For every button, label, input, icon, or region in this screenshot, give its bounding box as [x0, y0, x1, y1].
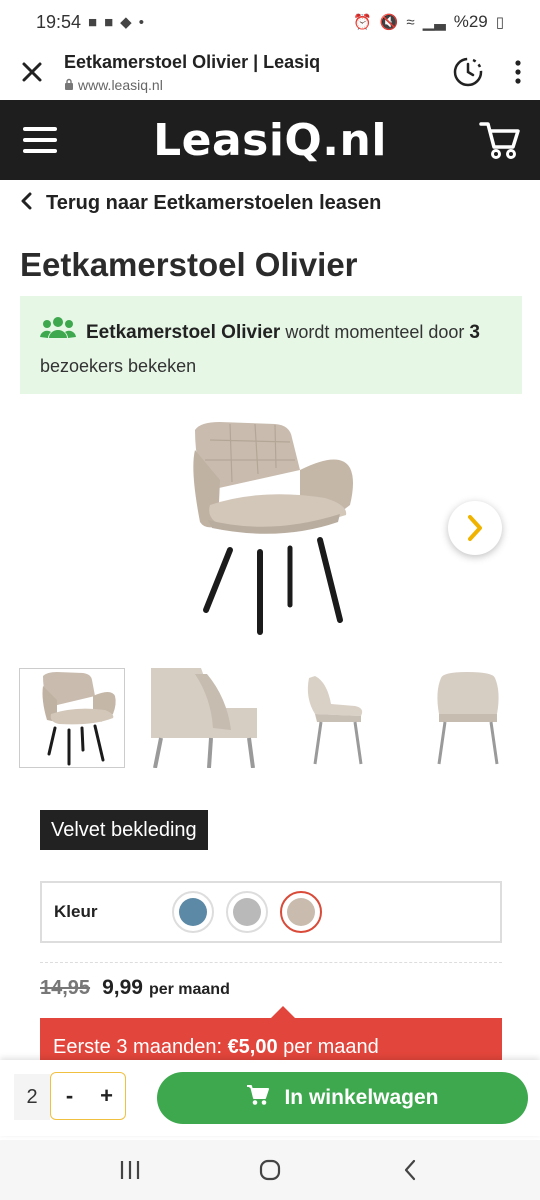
color-swatch-grey[interactable] — [226, 891, 268, 933]
quantity-value[interactable]: 2 — [14, 1074, 50, 1120]
url-display: www.leasiq.nl — [64, 77, 440, 93]
status-bar: 19:54 ■ ■ ◆ • ⏰ 🔇 ≈ ▁▃ %29 ▯ — [0, 0, 540, 44]
color-label: Kleur — [54, 902, 98, 921]
thumbnail-strip — [19, 668, 525, 768]
color-swatch-taupe[interactable] — [280, 891, 322, 933]
purchase-bar: 2 - + In winkelwagen — [0, 1060, 540, 1136]
color-selector: Kleur — [40, 881, 502, 943]
recent-apps-icon[interactable] — [100, 1140, 160, 1200]
browser-toolbar: Eetkamerstoel Olivier | Leasiq www.leasi… — [0, 44, 540, 100]
home-icon[interactable] — [240, 1140, 300, 1200]
promo-banner: Eerste 3 maanden: €5,00 per maand — [40, 1018, 502, 1062]
close-icon[interactable] — [0, 44, 64, 100]
price-row: 14,95 9,99 per maand — [40, 976, 230, 1000]
back-link-label: Terug naar Eetkamerstoelen leasen — [46, 191, 382, 214]
hamburger-menu-icon[interactable] — [0, 100, 80, 180]
package-icon: ◆ — [120, 14, 132, 31]
price-period: per maand — [148, 981, 230, 998]
product-main-image[interactable] — [150, 410, 390, 650]
divider — [40, 962, 502, 963]
chevron-right-icon[interactable] — [448, 501, 502, 555]
current-price: 9,99 — [102, 976, 143, 999]
battery-icon: ▯ — [495, 14, 504, 31]
battery-level: %29 — [453, 12, 488, 31]
color-swatch-blue[interactable] — [172, 891, 214, 933]
mute-icon: 🔇 — [379, 14, 399, 31]
decrement-button[interactable]: - — [51, 1073, 88, 1119]
increment-button[interactable]: + — [88, 1073, 125, 1119]
thumbnail-3[interactable] — [283, 668, 389, 768]
promo-amount: €5,00 — [227, 1036, 278, 1058]
lock-icon — [64, 77, 74, 93]
notice-product-name: Eetkamerstoel Olivier — [86, 322, 281, 343]
notice-text: wordt momenteel door — [280, 322, 470, 342]
notification-icon: ■ — [88, 13, 98, 31]
back-to-category-link[interactable]: Terug naar Eetkamerstoelen leasen — [20, 186, 381, 220]
alarm-icon: ⏰ — [353, 14, 372, 31]
add-to-cart-button[interactable]: In winkelwagen — [157, 1072, 528, 1124]
upholstery-badge: Velvet bekleding — [40, 810, 208, 850]
visitors-notice: Eetkamerstoel Olivier wordt momenteel do… — [20, 296, 522, 394]
more-vertical-icon[interactable] — [496, 44, 540, 100]
visitor-count: 3 — [469, 322, 480, 343]
thumbnail-2[interactable] — [151, 668, 257, 768]
more-notifications-icon: • — [138, 13, 144, 31]
system-nav-bar — [0, 1140, 540, 1200]
thumbnail-1[interactable] — [19, 668, 125, 768]
shopping-cart-icon — [246, 1084, 270, 1112]
add-to-cart-label: In winkelwagen — [284, 1086, 439, 1109]
notice-suffix: bezoekers bekeken — [40, 356, 197, 377]
tab-info[interactable]: Eetkamerstoel Olivier | Leasiq www.leasi… — [64, 52, 440, 93]
timer-icon[interactable] — [440, 44, 496, 100]
quantity-stepper: - + — [50, 1072, 126, 1120]
clock: 19:54 — [36, 11, 82, 32]
back-icon[interactable] — [380, 1140, 440, 1200]
signal-icon: ▁▃ — [422, 14, 446, 31]
thumbnail-4[interactable] — [415, 668, 521, 768]
tab-title: Eetkamerstoel Olivier | Leasiq — [64, 51, 321, 72]
site-header: LeasiQ.nl — [0, 100, 540, 180]
people-icon — [40, 316, 76, 350]
chevron-left-icon — [20, 189, 32, 217]
shopping-cart-icon[interactable] — [460, 100, 540, 180]
page-title: Eetkamerstoel Olivier — [20, 246, 358, 283]
wifi-icon: ≈ — [406, 13, 415, 31]
url-text: www.leasiq.nl — [78, 76, 163, 93]
site-logo[interactable]: LeasiQ.nl — [80, 115, 460, 166]
promo-prefix: Eerste 3 maanden: — [53, 1036, 228, 1058]
promo-suffix: per maand — [277, 1036, 379, 1058]
notification-icon: ■ — [104, 13, 114, 31]
old-price: 14,95 — [40, 977, 91, 999]
